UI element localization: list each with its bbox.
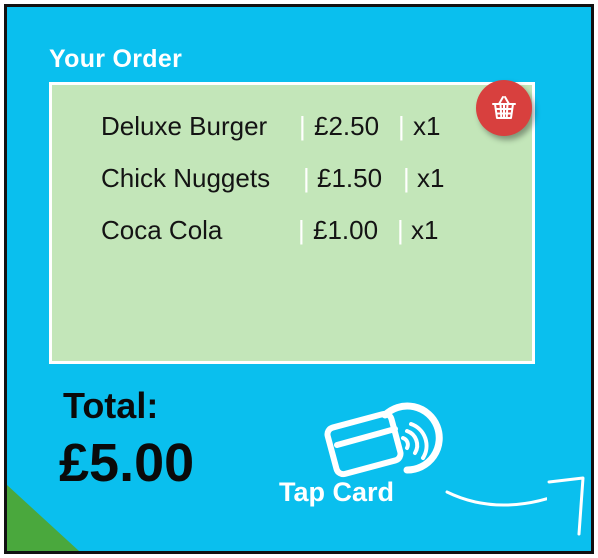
separator: | bbox=[303, 163, 310, 193]
basket-button[interactable] bbox=[476, 80, 532, 136]
arrow-icon bbox=[547, 476, 585, 536]
separator: | bbox=[398, 111, 405, 141]
kiosk-screen: Your Order Deluxe Burger | £2.50 | x1 Ch… bbox=[4, 4, 594, 554]
tap-card-label: Tap Card bbox=[279, 477, 395, 507]
item-name: Chick Nuggets bbox=[101, 163, 271, 193]
total-label: Total: bbox=[63, 385, 159, 426]
item-quantity: x1 bbox=[413, 111, 441, 141]
separator: | bbox=[397, 215, 404, 245]
basket-icon bbox=[492, 96, 516, 119]
separator: | bbox=[298, 215, 305, 245]
item-price: £1.50 bbox=[317, 163, 383, 193]
item-quantity: x1 bbox=[417, 163, 445, 193]
item-price: £2.50 bbox=[314, 111, 380, 141]
item-name: Coca Cola bbox=[101, 215, 223, 245]
separator: | bbox=[299, 111, 306, 141]
order-heading: Your Order bbox=[49, 45, 183, 73]
total-amount: £5.00 bbox=[59, 433, 195, 493]
item-name: Deluxe Burger bbox=[101, 111, 268, 141]
contactless-card-icon[interactable] bbox=[307, 402, 547, 532]
corner-decoration bbox=[7, 485, 79, 551]
separator: | bbox=[403, 163, 410, 193]
item-quantity: x1 bbox=[411, 215, 439, 245]
order-list-panel: Deluxe Burger | £2.50 | x1 Chick Nuggets… bbox=[49, 82, 535, 364]
item-price: £1.00 bbox=[313, 215, 379, 245]
